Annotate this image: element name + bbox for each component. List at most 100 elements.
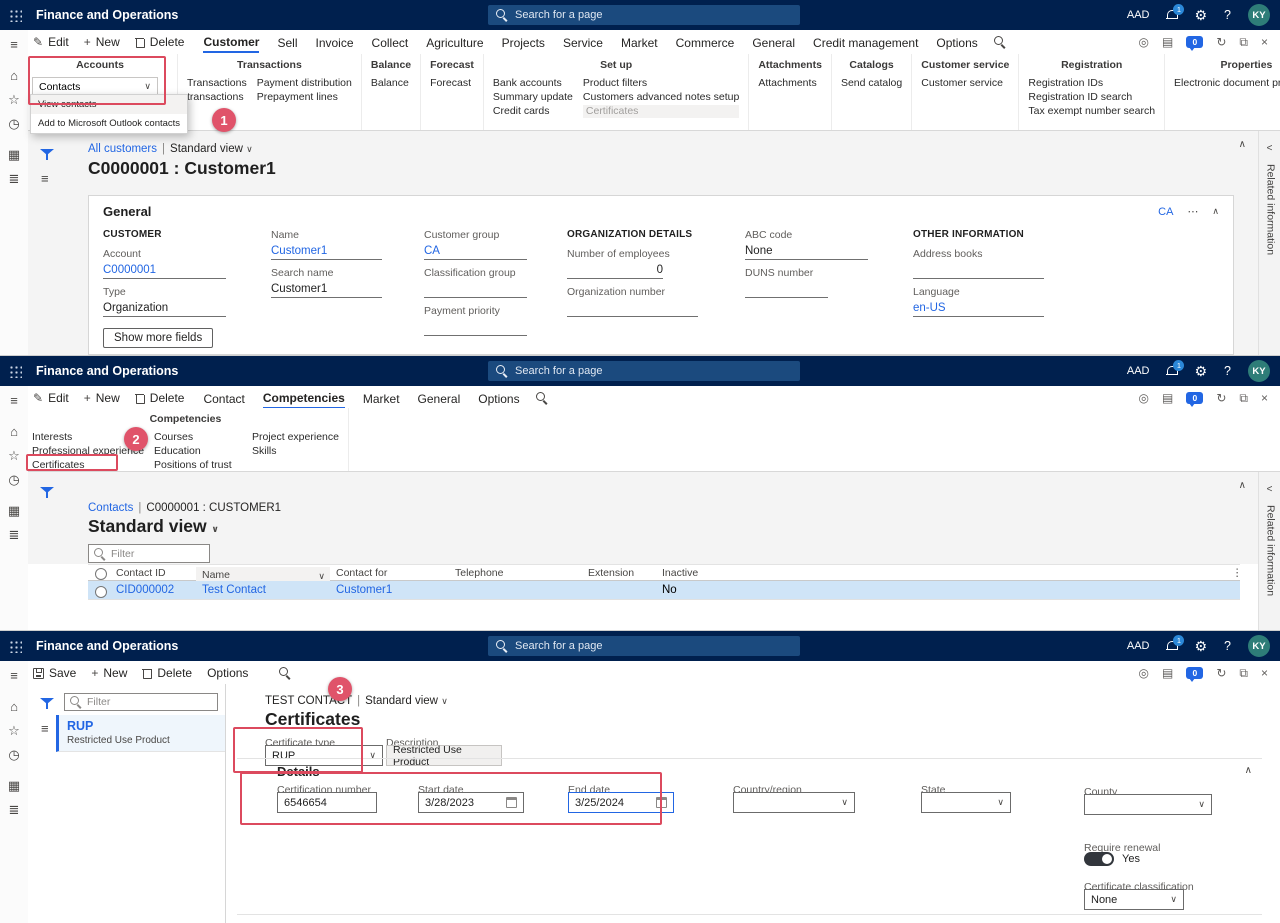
certificate-classification-combobox[interactable]: None ∨ — [1084, 889, 1184, 910]
ribbon-item-prepayment-lines[interactable]: Prepayment lines — [257, 91, 352, 104]
ribbon-item-customer-service[interactable]: Customer service — [921, 77, 1003, 90]
list-view-icon[interactable]: ≡ — [41, 721, 49, 736]
recent-icon[interactable]: ◷ — [8, 117, 19, 130]
list-filter[interactable] — [64, 693, 218, 711]
view-title[interactable]: Standard view ∨ — [88, 516, 219, 537]
favorites-icon[interactable]: ☆ — [8, 93, 20, 106]
field-value-name[interactable]: Customer1 — [271, 242, 382, 260]
settings-button[interactable]: ⚙ — [1194, 364, 1207, 378]
cell-name[interactable]: Test Contact — [202, 584, 266, 596]
settings-button[interactable]: ⚙ — [1194, 8, 1207, 22]
filter-pane-icon[interactable] — [40, 697, 54, 710]
workspaces-icon[interactable]: ▦ — [8, 779, 20, 792]
ribbon-item-balance[interactable]: Balance — [371, 77, 409, 90]
view-selector[interactable]: Standard view — [170, 143, 243, 155]
ribbon-item-send-catalog[interactable]: Send catalog — [841, 77, 902, 90]
ribbon-item-skills[interactable]: Skills — [252, 445, 339, 458]
col-header-contact-for[interactable]: Contact for — [336, 567, 387, 579]
refresh-icon[interactable]: ↻ — [1216, 391, 1226, 405]
tab-contact[interactable]: Contact — [203, 388, 244, 408]
refresh-icon[interactable]: ↻ — [1216, 666, 1226, 680]
ribbon-item-electronic-document-properties[interactable]: Electronic document properties — [1174, 77, 1280, 90]
related-information-label[interactable]: Related information — [1263, 164, 1277, 255]
breadcrumb-contacts[interactable]: Contacts — [88, 502, 133, 514]
list-item-rup[interactable]: RUP Restricted Use Product — [56, 715, 225, 752]
ribbon-item-positions-of-trust[interactable]: Positions of trust — [154, 459, 242, 472]
command-search-icon[interactable] — [535, 392, 548, 404]
delete-button[interactable]: Delete — [134, 35, 184, 49]
ribbon-item-registration-id-search[interactable]: Registration ID search — [1028, 91, 1155, 104]
help-button[interactable]: ? — [1224, 8, 1231, 22]
global-search-input[interactable] — [515, 9, 792, 21]
field-value-classification-group[interactable] — [424, 280, 527, 298]
tab-invoice[interactable]: Invoice — [316, 32, 354, 52]
list-filter-input[interactable] — [87, 696, 212, 708]
field-value-customer-group[interactable]: CA — [424, 242, 527, 260]
tab-market[interactable]: Market — [363, 388, 400, 408]
tab-service[interactable]: Service — [563, 32, 603, 52]
modules-icon[interactable]: ≣ — [9, 172, 20, 185]
ribbon-item-customers-advanced-notes-setup[interactable]: Customers advanced notes setup — [583, 91, 739, 104]
global-search[interactable] — [488, 5, 800, 25]
collapse-all-icon[interactable]: ∧ — [1239, 139, 1246, 150]
ribbon-item-credit-cards[interactable]: Credit cards — [493, 105, 573, 118]
tab-agriculture[interactable]: Agriculture — [426, 32, 483, 52]
tab-competencies[interactable]: Competencies — [262, 387, 345, 409]
general-fasttab-title[interactable]: General — [103, 204, 151, 219]
guide-icon[interactable]: ◎ — [1139, 666, 1149, 680]
task-recorder-icon[interactable]: ▤ — [1162, 35, 1173, 49]
cell-contact-for[interactable]: Customer1 — [336, 584, 392, 596]
field-value-payment-priority[interactable] — [424, 318, 527, 336]
fullscreen-icon[interactable]: ⧉ — [1239, 666, 1248, 681]
tab-market[interactable]: Market — [621, 32, 658, 52]
grid-options-icon[interactable]: ⋮ — [1232, 567, 1243, 579]
expand-pane-icon[interactable]: < — [1259, 143, 1280, 154]
field-value-duns-number[interactable] — [745, 280, 828, 298]
cell-contact-id[interactable]: CID000002 — [116, 584, 174, 596]
ribbon-item-payment-distribution[interactable]: Payment distribution — [257, 77, 352, 90]
tab-options[interactable]: Options — [936, 32, 977, 52]
ribbon-item-transactions[interactable]: Transactions — [187, 77, 247, 90]
tab-general[interactable]: General — [418, 388, 461, 408]
nav-menu-icon[interactable]: ≡ — [10, 394, 18, 407]
menu-item-add-to-outlook[interactable]: Add to Microsoft Outlook contacts — [31, 114, 187, 133]
field-value-abc-code[interactable]: None — [745, 242, 868, 260]
modules-icon[interactable]: ≣ — [9, 528, 20, 541]
new-button[interactable]: + New — [84, 35, 120, 49]
state-combobox[interactable]: ∨ — [921, 792, 1011, 813]
recent-icon[interactable]: ◷ — [8, 748, 19, 761]
ribbon-item-forecast[interactable]: Forecast — [430, 77, 471, 90]
task-recorder-icon[interactable]: ▤ — [1162, 391, 1173, 405]
tab-customer[interactable]: Customer — [203, 31, 260, 53]
messages-button[interactable]: 0 — [1186, 36, 1204, 51]
global-search[interactable] — [488, 361, 800, 381]
fullscreen-icon[interactable]: ⧉ — [1239, 35, 1248, 50]
settings-button[interactable]: ⚙ — [1194, 639, 1207, 653]
grid-filter-input[interactable] — [111, 547, 204, 560]
field-value-type[interactable]: Organization — [103, 299, 226, 317]
modules-icon[interactable]: ≣ — [9, 803, 20, 816]
ribbon-item-summary-update[interactable]: Summary update — [493, 91, 573, 104]
breadcrumb-all-customers[interactable]: All customers — [88, 143, 157, 155]
messages-button[interactable]: 0 — [1186, 667, 1204, 682]
nav-menu-icon[interactable]: ≡ — [10, 38, 18, 51]
related-information-label[interactable]: Related information — [1263, 505, 1277, 596]
table-row[interactable]: CID000002 Test Contact Customer1 No — [88, 581, 1240, 600]
collapse-section-icon[interactable]: ∧ — [1245, 765, 1252, 776]
global-search-input[interactable] — [515, 365, 792, 377]
notifications-button[interactable]: 1 — [1166, 634, 1185, 652]
col-header-inactive[interactable]: Inactive — [662, 567, 698, 579]
new-button[interactable]: + New — [91, 666, 127, 680]
home-icon[interactable]: ⌂ — [10, 700, 18, 713]
delete-button[interactable]: Delete — [142, 666, 192, 680]
notifications-button[interactable]: 1 — [1166, 3, 1185, 21]
guide-icon[interactable]: ◎ — [1139, 35, 1149, 49]
expand-pane-icon[interactable]: < — [1259, 484, 1280, 495]
app-launcher-button[interactable] — [0, 0, 30, 30]
app-launcher-button[interactable] — [0, 631, 30, 661]
global-search-input[interactable] — [515, 640, 792, 652]
close-icon[interactable]: × — [1261, 35, 1268, 49]
country-combobox[interactable]: ∨ — [733, 792, 855, 813]
favorites-icon[interactable]: ☆ — [8, 449, 20, 462]
field-value-number-of-employees[interactable]: 0 — [567, 261, 663, 279]
